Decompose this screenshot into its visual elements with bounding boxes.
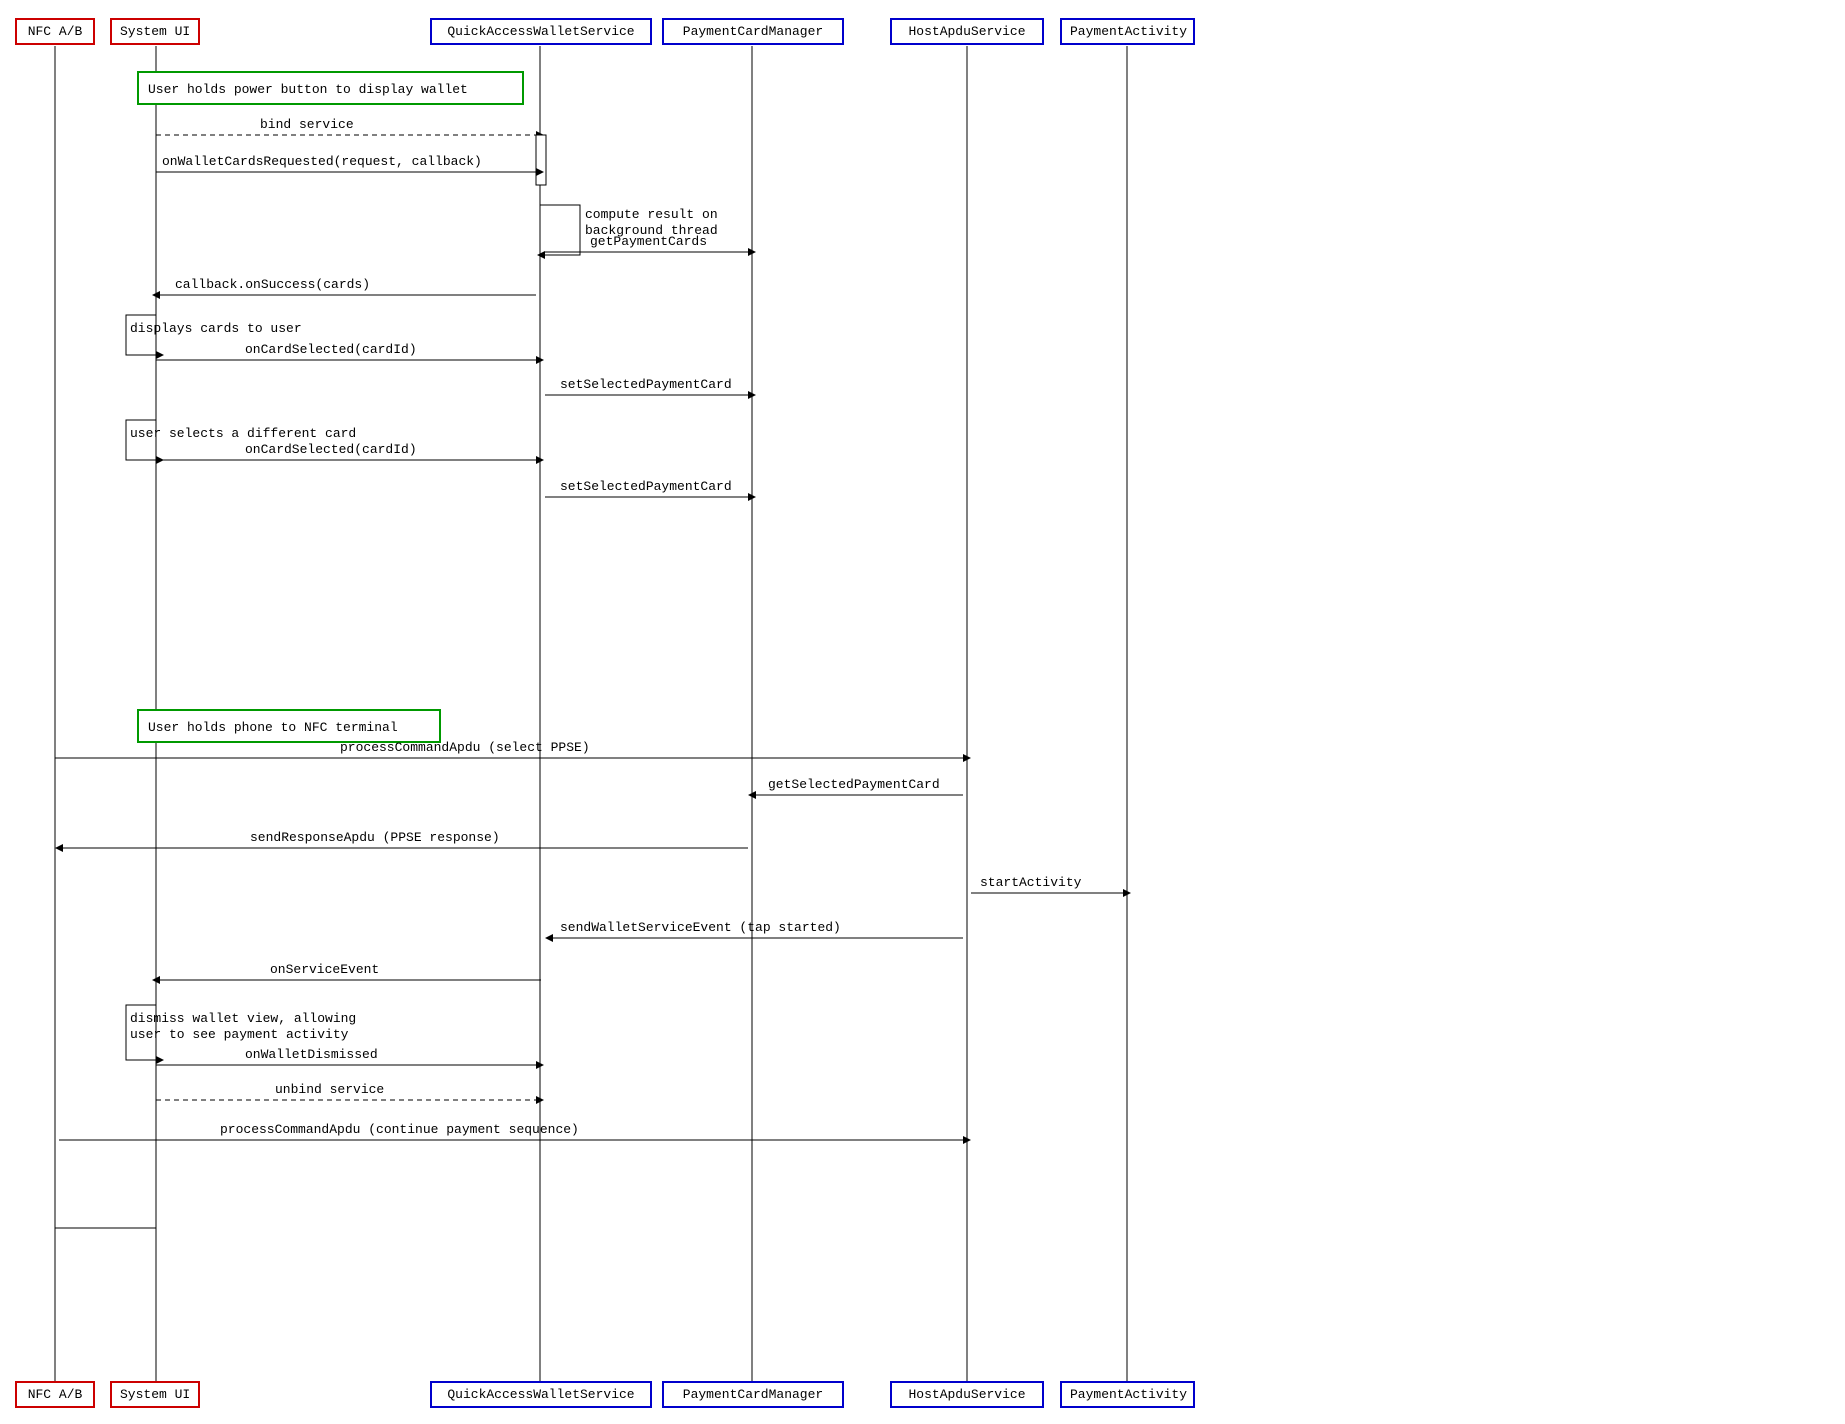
actor-nfc-top: NFC A/B: [15, 18, 95, 45]
svg-text:onCardSelected(cardId): onCardSelected(cardId): [245, 342, 417, 357]
actor-hostapdu-bottom: HostApduService: [890, 1381, 1044, 1408]
actor-systemui-bottom: System UI: [110, 1381, 200, 1408]
actor-quickaccess-bottom: QuickAccessWalletService: [430, 1381, 652, 1408]
svg-text:callback.onSuccess(cards): callback.onSuccess(cards): [175, 277, 370, 292]
svg-text:setSelectedPaymentCard: setSelectedPaymentCard: [560, 479, 732, 494]
sequence-diagram: User holds power button to display walle…: [0, 0, 1845, 1424]
svg-text:sendResponseApdu (PPSE respons: sendResponseApdu (PPSE response): [250, 830, 500, 845]
svg-text:onWalletDismissed: onWalletDismissed: [245, 1047, 378, 1062]
svg-text:getPaymentCards: getPaymentCards: [590, 234, 707, 249]
svg-text:sendWalletServiceEvent (tap st: sendWalletServiceEvent (tap started): [560, 920, 841, 935]
svg-text:onWalletCardsRequested(request: onWalletCardsRequested(request, callback…: [162, 154, 482, 169]
svg-text:displays cards to user: displays cards to user: [130, 321, 302, 336]
svg-text:user to see payment activity: user to see payment activity: [130, 1027, 349, 1042]
actor-paymentcard-top: PaymentCardManager: [662, 18, 844, 45]
actor-systemui-top: System UI: [110, 18, 200, 45]
actor-quickaccess-top: QuickAccessWalletService: [430, 18, 652, 45]
svg-text:getSelectedPaymentCard: getSelectedPaymentCard: [768, 777, 940, 792]
svg-text:bind service: bind service: [260, 117, 354, 132]
svg-text:compute result on: compute result on: [585, 207, 718, 222]
svg-text:user selects a different card: user selects a different card: [130, 426, 356, 441]
svg-text:setSelectedPaymentCard: setSelectedPaymentCard: [560, 377, 732, 392]
svg-text:User holds phone to NFC termin: User holds phone to NFC terminal: [148, 720, 398, 735]
actor-nfc-bottom: NFC A/B: [15, 1381, 95, 1408]
svg-text:User holds power button to dis: User holds power button to display walle…: [148, 82, 468, 97]
svg-text:onCardSelected(cardId): onCardSelected(cardId): [245, 442, 417, 457]
actor-paymentcard-bottom: PaymentCardManager: [662, 1381, 844, 1408]
svg-text:dismiss wallet view, allowing: dismiss wallet view, allowing: [130, 1011, 356, 1026]
svg-text:processCommandApdu (select PPS: processCommandApdu (select PPSE): [340, 740, 590, 755]
svg-text:onServiceEvent: onServiceEvent: [270, 962, 379, 977]
svg-text:startActivity: startActivity: [980, 875, 1082, 890]
svg-text:background thread: background thread: [585, 223, 718, 238]
actor-paymentactivity-top: PaymentActivity: [1060, 18, 1195, 45]
svg-text:processCommandApdu (continue p: processCommandApdu (continue payment seq…: [220, 1122, 579, 1137]
svg-text:unbind service: unbind service: [275, 1082, 384, 1097]
actor-hostapdu-top: HostApduService: [890, 18, 1044, 45]
actor-paymentactivity-bottom: PaymentActivity: [1060, 1381, 1195, 1408]
